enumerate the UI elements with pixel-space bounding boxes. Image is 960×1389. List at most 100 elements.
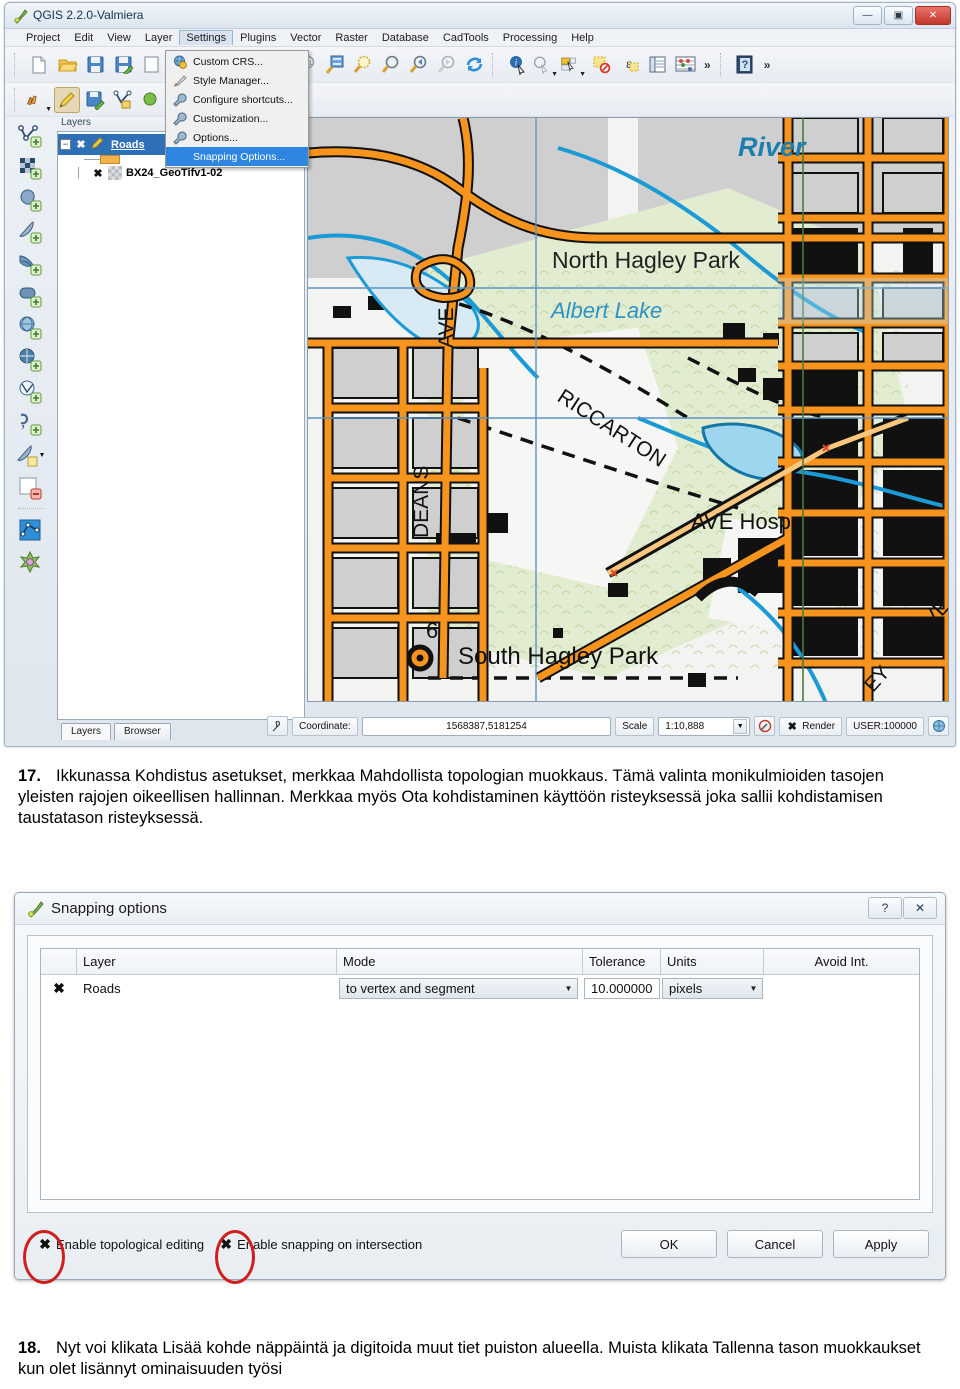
menu-item-options[interactable]: Options... [166,128,308,147]
column-header-layer[interactable]: Layer [77,949,337,974]
zoom-next-icon[interactable] [433,52,459,78]
toolbar-grip-2[interactable] [14,87,21,112]
enable-topological-editing-checkbox[interactable]: ✖ Enable topological editing [39,1236,204,1252]
add-wms-layer-icon[interactable] [15,313,47,342]
column-header-units[interactable]: Units [661,949,764,974]
chevron-down-icon[interactable]: ▼ [733,718,748,734]
tab-browser[interactable]: Browser [114,723,171,740]
chevron-down-icon[interactable]: ▼ [579,71,586,78]
crs-status[interactable]: USER:100000 [846,716,924,736]
menu-raster[interactable]: Raster [328,30,374,46]
close-button[interactable]: ✕ [903,897,937,919]
menu-item-snapping-options[interactable]: Snapping Options... [166,147,308,166]
menu-project[interactable]: Project [19,30,67,46]
enable-snapping-on-intersection-checkbox[interactable]: ✖ Enable snapping on intersection [220,1236,422,1252]
tab-layers[interactable]: Layers [61,723,112,740]
add-postgis-layer-icon[interactable] [15,185,47,214]
menu-vector[interactable]: Vector [283,30,328,46]
layer-visibility-checkbox[interactable]: ✖ [92,167,104,180]
add-wfs-layer-icon[interactable] [15,377,47,406]
help-contents-icon[interactable]: ? [732,52,758,78]
render-toggle[interactable]: ✖ Render [779,716,843,736]
map-tips-icon[interactable]: ▼ [532,52,558,78]
toolbar-overflow-2-icon[interactable]: » [760,58,775,72]
toolbar-overflow-1-icon[interactable]: » [700,58,715,72]
add-oracle-layer-icon[interactable] [15,281,47,310]
map-canvas[interactable]: River North Hagley Park Albert Lake AVE … [307,117,949,702]
chevron-down-icon[interactable]: ▼ [745,979,762,998]
menu-view[interactable]: View [100,30,138,46]
tolerance-input[interactable]: 10.000000 [584,977,660,999]
add-wcs-layer-icon[interactable] [15,345,47,374]
statistics-icon[interactable] [672,52,698,78]
current-edits-icon[interactable]: ▼ [26,87,52,113]
minimize-button[interactable]: — [853,6,882,25]
menu-plugins[interactable]: Plugins [233,30,283,46]
toolbar-grip[interactable] [14,52,21,77]
cancel-button[interactable]: Cancel [727,1230,823,1258]
chevron-down-icon[interactable]: ▼ [560,979,577,998]
menu-settings[interactable]: Settings [179,30,234,45]
add-spatialite-layer-icon[interactable] [15,217,47,246]
menu-processing[interactable]: Processing [496,30,564,46]
plugins-manager-icon[interactable] [15,547,47,576]
menu-help[interactable]: Help [564,30,601,46]
add-raster-layer-icon[interactable] [15,153,47,182]
help-button[interactable]: ? [868,897,902,919]
menu-database[interactable]: Database [375,30,436,46]
refresh-icon[interactable] [461,52,487,78]
zoom-full-icon[interactable] [321,52,347,78]
identify-features-icon[interactable]: i [504,52,530,78]
zoom-last-icon[interactable] [405,52,431,78]
layer-visibility-checkbox[interactable]: ✖ [75,139,87,151]
expander-icon[interactable]: − [60,139,71,150]
select-features-icon[interactable]: ▼ [560,52,586,78]
crs-globe-icon[interactable] [928,716,949,736]
cell-avoid-int[interactable] [764,975,919,1001]
add-delimited-text-layer-icon[interactable]: , [15,409,47,438]
maximize-button[interactable]: ▣ [884,6,913,25]
coordinate-value[interactable]: 1568387,5181254 [361,716,612,736]
select-by-expression-icon[interactable]: ε [616,52,642,78]
move-feature-icon[interactable] [138,87,164,113]
topological-checkbox-mark[interactable]: ✖ [39,1236,51,1252]
chevron-down-icon[interactable]: ▼ [45,106,52,113]
attribute-table-icon[interactable] [644,52,670,78]
column-header-avoid-int[interactable]: Avoid Int. [764,949,919,974]
add-mssql-layer-icon[interactable] [15,249,47,278]
column-header-mode[interactable]: Mode [337,949,583,974]
menu-item-configure-shortcuts[interactable]: Configure shortcuts... [166,90,308,109]
layers-tree[interactable]: − ✖ Roads ✖ BX24_GeoTifv1-02 [57,131,305,720]
save-project-as-icon[interactable] [110,52,136,78]
ok-button[interactable]: OK [621,1230,717,1258]
save-project-icon[interactable] [82,52,108,78]
scale-combo[interactable]: 1:10,888 ▼ [658,716,751,736]
deselect-features-icon[interactable] [588,52,614,78]
menu-item-customization[interactable]: Customization... [166,109,308,128]
stop-rendering-icon[interactable] [754,716,776,736]
close-button[interactable]: ✕ [915,6,951,25]
menu-layer[interactable]: Layer [138,30,180,46]
chevron-down-icon[interactable]: ▼ [551,71,558,78]
new-memory-layer-icon[interactable] [15,515,47,544]
table-row[interactable]: ✖ Roads to vertex and segment ▼ 10.00000… [41,975,919,1001]
intersection-checkbox-mark[interactable]: ✖ [220,1236,232,1252]
units-dropdown[interactable]: pixels ▼ [662,977,763,999]
remove-layer-icon[interactable] [15,473,47,502]
menu-edit[interactable]: Edit [67,30,100,46]
zoom-to-selection-icon[interactable] [349,52,375,78]
menu-item-style-manager[interactable]: Style Manager... [166,71,308,90]
render-checkbox[interactable]: ✖ [786,720,798,733]
new-print-composer-icon[interactable] [138,52,164,78]
row-enable-checkbox[interactable]: ✖ [53,980,65,996]
column-header-checkbox[interactable] [41,949,77,974]
mode-dropdown[interactable]: to vertex and segment ▼ [339,977,578,999]
coordinate-toggle-icon[interactable] [267,716,288,736]
open-project-icon[interactable] [54,52,80,78]
add-feature-icon[interactable] [110,87,136,113]
toggle-editing-icon[interactable] [54,86,80,113]
add-vector-layer-icon[interactable] [15,121,47,150]
new-project-icon[interactable] [26,52,52,78]
menu-cadtools[interactable]: CadTools [436,30,496,46]
zoom-to-layer-icon[interactable] [377,52,403,78]
